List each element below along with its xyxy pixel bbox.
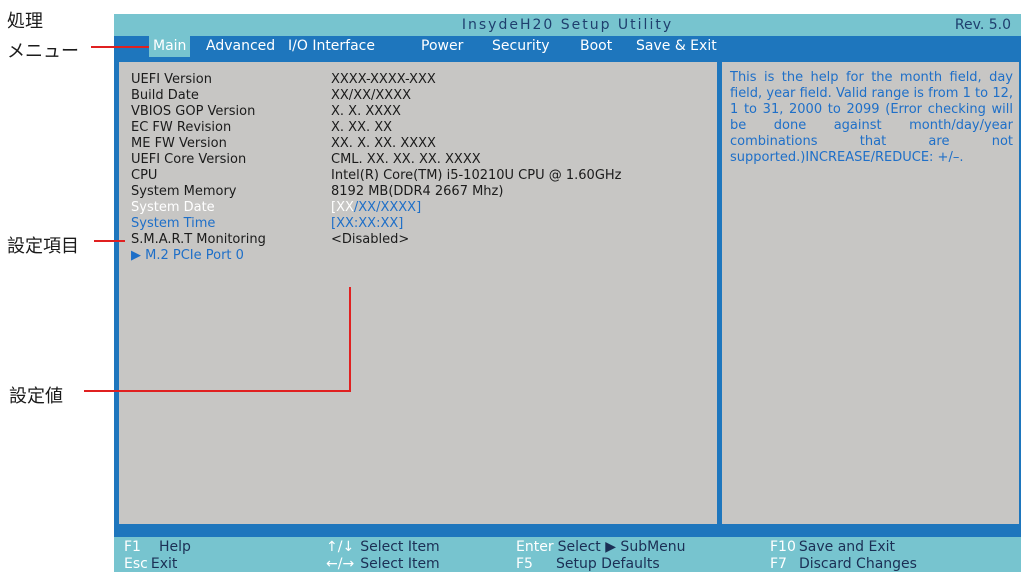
date-cursor: [XX: [331, 200, 354, 215]
setting-value: 8192 MB(DDR4 2667 Mhz): [331, 184, 504, 199]
title-bar: InsydeH20 Setup Utility Rev. 5.0: [114, 14, 1021, 36]
key-desc: Save and Exit: [798, 539, 895, 555]
setting-label: Build Date: [131, 88, 199, 103]
key-label: F1: [124, 539, 141, 555]
setting-label: System Memory: [131, 184, 237, 199]
annotation-processing-menu-line1: 処理: [7, 11, 43, 32]
key-label: Enter: [516, 539, 554, 555]
footer-key-exit: Esc Exit: [124, 556, 177, 572]
key-label: F7: [770, 556, 787, 572]
menu-main[interactable]: Main: [149, 36, 191, 57]
key-desc: Setup Defaults: [555, 556, 660, 572]
footer-key-save-exit: F10 Save and Exit: [770, 539, 895, 555]
footer-keys: F1 Help Esc Exit ↑/↓ Select Item ←/→ Select …: [114, 537, 1021, 572]
setting-value: CML. XX. XX. XX. XXXX: [331, 152, 481, 167]
key-desc: Select Item: [360, 539, 440, 555]
menu-power[interactable]: Power: [421, 36, 463, 57]
footer-key-enter: Enter Select ▶ SubMenu: [516, 539, 686, 555]
setting-label: VBIOS GOP Version: [131, 104, 256, 119]
menu-bar: Main Advanced I/O Interface Power Securi…: [114, 36, 1021, 57]
annotation-line-setting-value-vertical: [349, 287, 351, 392]
bios-screen: InsydeH20 Setup Utility Rev. 5.0 Main Ad…: [114, 14, 1021, 572]
submenu-link[interactable]: ▶ M.2 PCIe Port 0: [131, 248, 244, 264]
footer-key-select-item-horizontal: ←/→ Select Item: [326, 556, 440, 572]
settings-pane: UEFI Version XXXX-XXXX-XXX Build Date XX…: [119, 62, 717, 524]
footer-key-select-item-vertical: ↑/↓ Select Item: [326, 539, 440, 555]
setting-value: X. XX. XX: [331, 120, 393, 135]
setting-label: UEFI Core Version: [131, 152, 247, 167]
key-label: ←/→: [326, 556, 355, 572]
setting-value[interactable]: <Disabled>: [331, 232, 409, 248]
setting-label: CPU: [131, 168, 158, 183]
menu-security[interactable]: Security: [492, 36, 550, 57]
key-desc: Discard Changes: [798, 556, 917, 572]
key-label: F10: [770, 539, 796, 555]
annotation-line-menu: [91, 46, 149, 48]
revision-label: Rev. 5.0: [954, 17, 1011, 33]
footer-key-discard-changes: F7 Discard Changes: [770, 556, 917, 572]
help-text: This is the help for the month field, da…: [730, 70, 1013, 165]
setting-value: XXXX-XXXX-XXX: [331, 72, 436, 87]
key-desc: Select Item: [360, 556, 440, 572]
setting-value: XX/XX/XXXX: [331, 88, 412, 103]
key-desc: Exit: [150, 556, 178, 572]
key-desc: Help: [158, 539, 191, 555]
footer-key-help: F1 Help: [124, 539, 191, 555]
setting-label: System Date: [131, 200, 215, 215]
setting-label: S.M.A.R.T Monitoring: [131, 232, 266, 247]
annotation-line-setting-item: [94, 240, 125, 242]
setting-label: EC FW Revision: [131, 120, 232, 135]
key-desc: Select ▶ SubMenu: [557, 539, 686, 555]
setting-label: ME FW Version: [131, 136, 227, 151]
annotation-line-setting-value-horizontal: [84, 390, 351, 392]
setting-value[interactable]: [XX:XX:XX]: [331, 216, 403, 232]
setting-label: UEFI Version: [131, 72, 212, 87]
footer-key-setup-defaults: F5 Setup Defaults: [516, 556, 660, 572]
key-label: ↑/↓: [326, 539, 355, 555]
annotation-setting-value: 設定値: [9, 386, 63, 407]
setting-label: System Time: [131, 216, 216, 231]
app-title: InsydeH20 Setup Utility: [461, 17, 674, 33]
key-label: F5: [516, 556, 533, 572]
setting-value: XX. X. XX. XXXX: [331, 136, 436, 151]
menu-io-interface[interactable]: I/O Interface: [288, 36, 375, 57]
menu-boot[interactable]: Boot: [580, 36, 612, 57]
setting-value[interactable]: [XX/XX/XXXX]: [331, 200, 421, 216]
annotation-processing-menu-line2: メニュー: [7, 41, 79, 62]
menu-save-exit[interactable]: Save & Exit: [636, 36, 717, 57]
setting-value: X. X. XXXX: [331, 104, 401, 119]
key-label: Esc: [124, 556, 148, 572]
menu-advanced[interactable]: Advanced: [206, 36, 275, 57]
help-pane: This is the help for the month field, da…: [722, 62, 1019, 524]
date-value-rest: /XX/XXXX]: [353, 200, 422, 215]
setting-value: Intel(R) Core(TM) i5-10210U CPU @ 1.60GH…: [331, 168, 622, 183]
content-frame: UEFI Version XXXX-XXXX-XXX Build Date XX…: [114, 57, 1021, 537]
annotation-setting-item: 設定項目: [7, 236, 79, 257]
